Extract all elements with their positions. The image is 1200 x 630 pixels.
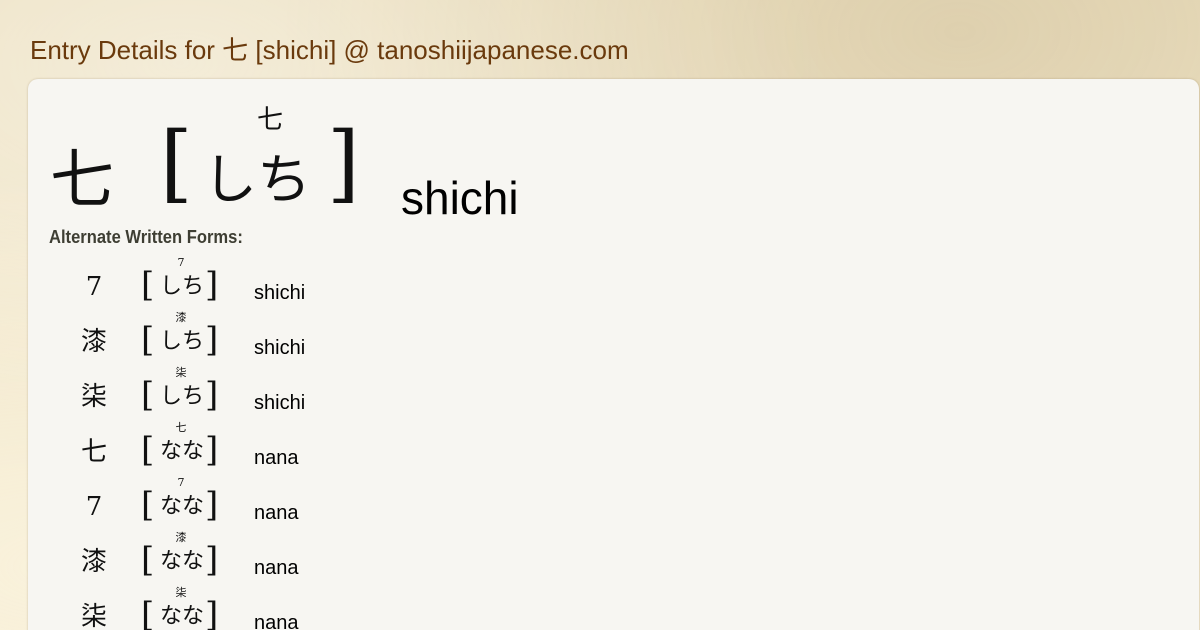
- alt-furigana: 柒: [175, 366, 187, 379]
- alt-furigana: 柒: [175, 586, 187, 599]
- alt-kana: しち: [160, 274, 205, 299]
- main-entry: 七 [ 七 しち ] shichi: [50, 105, 750, 224]
- alt-romaji: nana: [254, 447, 299, 469]
- alt-kanji: 7: [85, 492, 103, 522]
- main-bracket-close: ]: [327, 114, 360, 212]
- alt-bracket-open: [: [141, 485, 155, 525]
- main-bracket-open: [: [160, 114, 193, 212]
- alternate-form-row: 柒 [ 柒 しち ] shichi: [28, 364, 628, 419]
- main-furigana: 七: [257, 105, 284, 135]
- alt-bracket-open: [: [141, 320, 155, 360]
- alt-bracket-close: ]: [205, 375, 219, 415]
- alt-furigana: 7: [177, 476, 185, 489]
- alt-kanji: 漆: [80, 327, 107, 357]
- alt-furigana: 七: [175, 421, 187, 434]
- alternate-form-row: 柒 [ 柒 なな ] nana: [28, 584, 628, 630]
- alt-bracket-close: ]: [205, 485, 219, 525]
- alt-furigana: 漆: [175, 531, 187, 544]
- alt-kana: しち: [160, 329, 205, 354]
- alt-bracket-open: [: [141, 430, 155, 470]
- alt-bracket-open: [: [141, 265, 155, 305]
- alt-kanji: 七: [80, 437, 107, 467]
- alt-kana: なな: [160, 439, 205, 464]
- alt-kana: なな: [160, 549, 205, 574]
- alt-kanji: 柒: [80, 382, 107, 412]
- page-title: Entry Details for 七 [shichi] @ tanoshiij…: [30, 35, 629, 65]
- alt-kana: なな: [160, 604, 205, 629]
- alternate-forms-heading: Alternate Written Forms:: [49, 227, 243, 247]
- alt-bracket-open: [: [141, 375, 155, 415]
- main-kanji: 七: [50, 144, 114, 218]
- alt-furigana: 漆: [175, 311, 187, 324]
- alt-kanji: 柒: [80, 602, 107, 630]
- alternate-form-row: 漆 [ 漆 しち ] shichi: [28, 309, 628, 364]
- alt-bracket-close: ]: [205, 430, 219, 470]
- alt-romaji: nana: [254, 502, 299, 524]
- main-romaji: shichi: [401, 172, 519, 224]
- alt-bracket-close: ]: [205, 265, 219, 305]
- alt-bracket-close: ]: [205, 540, 219, 580]
- alternate-form-row: 漆 [ 漆 なな ] nana: [28, 529, 628, 584]
- alt-kanji: 漆: [80, 547, 107, 577]
- alt-furigana: 7: [177, 256, 185, 269]
- main-kana: しち: [203, 148, 311, 211]
- alt-romaji: shichi: [254, 392, 306, 414]
- alternate-form-row: 7 [ 7 なな ] nana: [28, 474, 628, 529]
- alt-romaji: nana: [254, 557, 299, 579]
- alt-bracket-open: [: [141, 540, 155, 580]
- alternate-form-row: 七 [ 七 なな ] nana: [28, 419, 628, 474]
- alt-kanji: 7: [85, 272, 103, 302]
- entry-card: 七 [ 七 しち ] shichi Alternate Written Form…: [28, 79, 1199, 630]
- alt-romaji: shichi: [254, 282, 306, 304]
- alt-kana: しち: [160, 384, 205, 409]
- alt-bracket-open: [: [141, 595, 155, 630]
- alt-bracket-close: ]: [205, 595, 219, 630]
- alt-romaji: nana: [254, 612, 299, 630]
- alt-kana: なな: [160, 494, 205, 519]
- alt-bracket-close: ]: [205, 320, 219, 360]
- alternate-form-row: 7 [ 7 しち ] shichi: [28, 254, 628, 309]
- alt-romaji: shichi: [254, 337, 306, 359]
